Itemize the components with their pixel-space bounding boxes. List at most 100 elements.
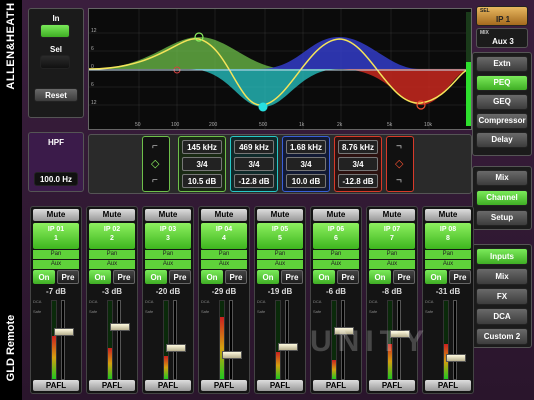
pafl-button[interactable]: PAFL <box>201 380 247 391</box>
channel-name: IP 03 <box>159 226 177 233</box>
eq-band-1[interactable]: 145 kHz 3/4 10.5 dB <box>178 136 226 192</box>
tab-mix-bank[interactable]: Mix <box>476 268 528 285</box>
level-readout: -6 dB <box>326 287 346 296</box>
pre-button[interactable]: Pre <box>281 270 303 284</box>
channel-name-button[interactable]: IP 01 1 <box>33 223 79 249</box>
fader-track[interactable] <box>222 300 242 380</box>
band-3-frequency[interactable]: 1.68 kHz <box>286 140 326 154</box>
mute-button[interactable]: Mute <box>33 209 79 221</box>
mute-button[interactable]: Mute <box>257 209 303 221</box>
fader-track[interactable] <box>166 300 186 380</box>
pan-control[interactable]: Pan <box>33 250 79 259</box>
mute-button[interactable]: Mute <box>313 209 359 221</box>
pre-button[interactable]: Pre <box>169 270 191 284</box>
high-band-type-selector[interactable]: ¬ ◇ ¬ <box>386 136 414 192</box>
pan-control[interactable]: Pan <box>313 250 359 259</box>
tab-delay[interactable]: Delay <box>476 132 528 148</box>
on-button[interactable]: On <box>313 270 335 284</box>
fader-cap[interactable] <box>110 322 130 331</box>
hpf-frequency[interactable]: 100.0 Hz <box>34 172 78 186</box>
low-band-type-selector[interactable]: ⌐ ◇ ⌐ <box>142 136 170 192</box>
channel-name-button[interactable]: IP 07 7 <box>369 223 415 249</box>
pre-button[interactable]: Pre <box>225 270 247 284</box>
tab-channel-view[interactable]: Channel <box>476 190 528 206</box>
pafl-button[interactable]: PAFL <box>89 380 135 391</box>
eq-band-3[interactable]: 1.68 kHz 3/4 10.0 dB <box>282 136 330 192</box>
mute-button[interactable]: Mute <box>425 209 471 221</box>
channel-name: IP 05 <box>271 226 289 233</box>
pafl-button[interactable]: PAFL <box>145 380 191 391</box>
dca-label: DCA <box>201 299 210 304</box>
on-button[interactable]: On <box>201 270 223 284</box>
in-button[interactable] <box>40 24 70 38</box>
band-3-gain[interactable]: 10.0 dB <box>286 174 326 188</box>
band-4-width[interactable]: 3/4 <box>338 157 378 171</box>
fader-cap[interactable] <box>222 351 242 360</box>
band-1-gain[interactable]: 10.5 dB <box>182 174 222 188</box>
channel-name-button[interactable]: IP 04 4 <box>201 223 247 249</box>
tab-setup-view[interactable]: Setup <box>476 210 528 226</box>
pan-control[interactable]: Pan <box>201 250 247 259</box>
band-2-frequency[interactable]: 469 kHz <box>234 140 274 154</box>
fader-cap[interactable] <box>54 328 74 337</box>
aux-label: Aux <box>145 260 191 269</box>
mute-button[interactable]: Mute <box>369 209 415 221</box>
band-3-width[interactable]: 3/4 <box>286 157 326 171</box>
fader-cap[interactable] <box>278 342 298 351</box>
mute-button[interactable]: Mute <box>89 209 135 221</box>
channel-name-button[interactable]: IP 02 2 <box>89 223 135 249</box>
tab-mix-view[interactable]: Mix <box>476 170 528 186</box>
on-button[interactable]: On <box>145 270 167 284</box>
pan-control[interactable]: Pan <box>369 250 415 259</box>
reset-button[interactable]: Reset <box>34 88 78 102</box>
band-2-gain[interactable]: -12.8 dB <box>234 174 274 188</box>
pan-control[interactable]: Pan <box>257 250 303 259</box>
fader-cap[interactable] <box>166 344 186 353</box>
on-button[interactable]: On <box>369 270 391 284</box>
channel-name-button[interactable]: IP 05 5 <box>257 223 303 249</box>
channel-name-button[interactable]: IP 03 3 <box>145 223 191 249</box>
on-button[interactable]: On <box>89 270 111 284</box>
pafl-button[interactable]: PAFL <box>257 380 303 391</box>
tab-peq[interactable]: PEQ <box>476 75 528 91</box>
channel-name-button[interactable]: IP 08 8 <box>425 223 471 249</box>
pan-control[interactable]: Pan <box>425 250 471 259</box>
tab-inputs[interactable]: Inputs <box>476 248 528 265</box>
selected-channel-indicator[interactable]: SEL IP 1 <box>476 6 528 26</box>
pan-control[interactable]: Pan <box>145 250 191 259</box>
tab-dca[interactable]: DCA <box>476 308 528 325</box>
band-1-frequency[interactable]: 145 kHz <box>182 140 222 154</box>
pre-button[interactable]: Pre <box>337 270 359 284</box>
pan-control[interactable]: Pan <box>89 250 135 259</box>
band-4-frequency[interactable]: 8.76 kHz <box>338 140 378 154</box>
pre-button[interactable]: Pre <box>449 270 471 284</box>
on-button[interactable]: On <box>425 270 447 284</box>
selected-mix-indicator[interactable]: MIX Aux 3 <box>476 28 528 48</box>
eq-band-2[interactable]: 469 kHz 3/4 -12.8 dB <box>230 136 278 192</box>
sel-button[interactable] <box>40 55 70 69</box>
mute-button[interactable]: Mute <box>145 209 191 221</box>
tab-extn[interactable]: Extn <box>476 56 528 72</box>
on-button[interactable]: On <box>33 270 55 284</box>
tab-compressor[interactable]: Compressor <box>476 113 528 129</box>
band-1-width[interactable]: 3/4 <box>182 157 222 171</box>
tab-geq[interactable]: GEQ <box>476 94 528 110</box>
fader-track[interactable] <box>110 300 130 380</box>
y-label-3: 6 <box>91 82 94 88</box>
on-button[interactable]: On <box>257 270 279 284</box>
fader-track[interactable] <box>54 300 74 380</box>
peq-graph[interactable]: 12 6 0 6 12 50 100 200 500 1k 2k 5k 10k <box>88 8 472 130</box>
tab-fx[interactable]: FX <box>476 288 528 305</box>
pre-button[interactable]: Pre <box>57 270 79 284</box>
fader-track[interactable] <box>278 300 298 380</box>
eq-band-4[interactable]: 8.76 kHz 3/4 -12.8 dB <box>334 136 382 192</box>
pre-button[interactable]: Pre <box>113 270 135 284</box>
band-4-gain[interactable]: -12.8 dB <box>338 174 378 188</box>
channel-name-button[interactable]: IP 06 6 <box>313 223 359 249</box>
level-readout: -8 dB <box>382 287 402 296</box>
pafl-button[interactable]: PAFL <box>33 380 79 391</box>
channel-strip-5: Mute IP 05 5 Pan Aux On Pre -19 dB DCA S… <box>254 206 306 394</box>
pre-button[interactable]: Pre <box>393 270 415 284</box>
band-2-width[interactable]: 3/4 <box>234 157 274 171</box>
mute-button[interactable]: Mute <box>201 209 247 221</box>
